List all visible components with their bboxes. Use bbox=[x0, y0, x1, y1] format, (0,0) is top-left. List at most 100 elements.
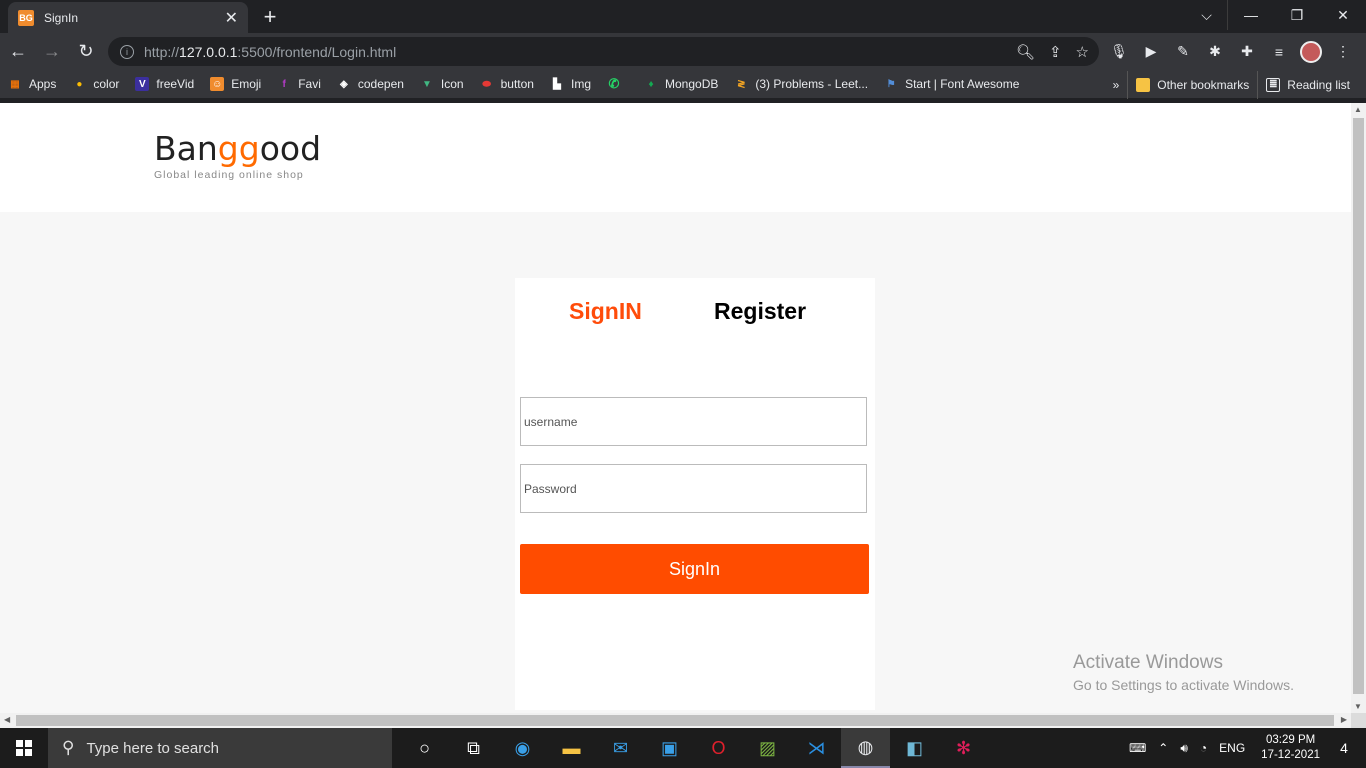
mic-extension-icon[interactable]: 🎙︎ bbox=[1108, 41, 1130, 63]
start-button[interactable] bbox=[0, 728, 48, 768]
media-control-icon[interactable]: ≡ bbox=[1268, 41, 1290, 63]
leetcode-icon: ≷ bbox=[737, 78, 746, 90]
keyboard-icon[interactable]: ⌨ bbox=[1129, 741, 1146, 755]
bookmark-freevid[interactable]: VfreeVid bbox=[127, 70, 202, 98]
bookmark-fontawesome[interactable]: ⚑ Start | Font Awesome bbox=[876, 70, 1027, 98]
language-indicator[interactable]: ENG bbox=[1219, 741, 1245, 755]
taskbar-search[interactable]: ⚲ Type here to search bbox=[48, 728, 392, 768]
tab-search-icon[interactable]: ⌵ bbox=[1186, 0, 1228, 30]
volume-icon[interactable]: 🔊︎ bbox=[1180, 741, 1188, 756]
vue-icon: ▼ bbox=[421, 78, 432, 90]
tab-signin[interactable]: SignIN bbox=[569, 298, 642, 325]
activate-windows-watermark: Activate Windows Go to Settings to activ… bbox=[1073, 652, 1294, 693]
bookmark-leetcode[interactable]: ≷ (3) Problems - Leet... bbox=[726, 70, 876, 98]
other-bookmarks[interactable]: Other bookmarks bbox=[1127, 70, 1257, 99]
notification-center-icon[interactable]: 4 bbox=[1330, 738, 1358, 758]
slack-icon[interactable]: ✻ bbox=[939, 728, 988, 768]
fontawesome-icon: ⚑ bbox=[886, 78, 896, 90]
notification-count: 4 bbox=[1340, 740, 1348, 756]
bookmark-star-icon[interactable]: ☆ bbox=[1076, 43, 1089, 61]
window-controls: ⌵ — ❐ ✕ bbox=[1186, 0, 1366, 30]
opera-icon[interactable]: O bbox=[694, 728, 743, 768]
file-explorer-icon[interactable]: ▬ bbox=[547, 728, 596, 768]
new-tab-button[interactable]: + bbox=[258, 4, 282, 29]
reading-list[interactable]: ≣ Reading list bbox=[1257, 70, 1358, 99]
bookmark-emoji[interactable]: ☺ Emoji bbox=[202, 70, 269, 98]
username-input[interactable] bbox=[520, 397, 867, 446]
address-bar[interactable]: i http://127.0.0.1:5500/frontend/Login.h… bbox=[108, 37, 1099, 66]
bookmark-icon[interactable]: ▼ Icon bbox=[412, 70, 472, 98]
tray-expand-icon[interactable]: ⌃ bbox=[1158, 741, 1168, 755]
photos-icon[interactable]: ▨ bbox=[743, 728, 792, 768]
minimize-button[interactable]: — bbox=[1228, 0, 1274, 30]
banggood-logo[interactable]: Banggood Global leading online shop bbox=[154, 129, 321, 181]
bookmark-color[interactable]: ● color bbox=[64, 70, 127, 98]
mail-icon[interactable]: ✉ bbox=[596, 728, 645, 768]
task-view-icon[interactable]: ⧉ bbox=[449, 728, 498, 768]
profile-avatar[interactable] bbox=[1300, 40, 1322, 63]
notepad-icon[interactable]: ◧ bbox=[890, 728, 939, 768]
codepen-icon: ◈ bbox=[340, 78, 348, 90]
auth-tabs: SignIN Register bbox=[515, 298, 875, 328]
bookmark-img[interactable]: ▙ Img bbox=[542, 70, 599, 98]
mongodb-icon: ♦ bbox=[648, 78, 654, 90]
scroll-right-arrow-icon[interactable]: ▶ bbox=[1341, 715, 1347, 724]
store-icon[interactable]: ▣ bbox=[645, 728, 694, 768]
password-input[interactable] bbox=[520, 464, 867, 513]
tab-register[interactable]: Register bbox=[714, 298, 806, 325]
menu-kebab-icon[interactable]: ⋮ bbox=[1332, 41, 1354, 63]
bookmark-apps[interactable]: ▦ Apps bbox=[0, 70, 64, 98]
colorpick-extension-icon[interactable]: ✱ bbox=[1204, 41, 1226, 63]
extensions-puzzle-icon[interactable]: ✚ bbox=[1236, 41, 1258, 63]
scrollbar-corner bbox=[1351, 713, 1366, 728]
login-card: SignIN Register SignIn bbox=[515, 278, 875, 710]
pen-extension-icon[interactable]: ✎ bbox=[1172, 41, 1194, 63]
vscode-icon[interactable]: ⋊ bbox=[792, 728, 841, 768]
banggood-favicon-icon: BG bbox=[18, 9, 34, 26]
button-icon: ⬬ bbox=[482, 78, 491, 90]
vertical-scrollbar[interactable]: ▲ ▼ bbox=[1351, 103, 1366, 713]
browser-tab-strip: BG SignIn ✕ + ⌵ — ❐ ✕ bbox=[0, 0, 1366, 33]
scroll-left-arrow-icon[interactable]: ◀ bbox=[4, 715, 10, 724]
chrome-icon[interactable]: ◍ bbox=[841, 728, 890, 768]
bookmarks-right: » Other bookmarks ≣ Reading list bbox=[1105, 70, 1358, 99]
horizontal-scrollbar[interactable]: ◀ ▶ bbox=[0, 713, 1351, 728]
reload-button[interactable]: ↻ bbox=[70, 36, 102, 68]
close-tab-icon[interactable]: ✕ bbox=[225, 8, 238, 28]
share-icon[interactable]: ⇪ bbox=[1049, 43, 1062, 61]
bookmark-codepen[interactable]: ◈ codepen bbox=[329, 70, 412, 98]
edge-icon[interactable]: ◉ bbox=[498, 728, 547, 768]
vertical-scroll-thumb[interactable] bbox=[1353, 118, 1364, 694]
restore-button[interactable]: ❐ bbox=[1274, 0, 1320, 30]
whatsapp-icon: ✆ bbox=[608, 76, 620, 91]
page-viewport: Banggood Global leading online shop Sign… bbox=[0, 103, 1351, 713]
cortana-icon[interactable]: ○ bbox=[400, 728, 449, 768]
signin-button[interactable]: SignIn bbox=[520, 544, 869, 594]
url-path: :5500/frontend/Login.html bbox=[237, 43, 397, 60]
bookmark-whatsapp[interactable]: ✆ bbox=[599, 70, 636, 98]
img-icon: ▙ bbox=[553, 78, 561, 90]
emoji-icon: ☺ bbox=[210, 77, 225, 91]
logo-tagline: Global leading online shop bbox=[154, 169, 304, 181]
extensions-area: 🎙︎ ▶ ✎ ✱ ✚ ≡ ⋮ bbox=[1108, 37, 1354, 66]
scroll-up-arrow-icon[interactable]: ▲ bbox=[1354, 105, 1362, 114]
site-info-icon[interactable]: i bbox=[120, 44, 134, 59]
horizontal-scroll-thumb[interactable] bbox=[16, 715, 1334, 726]
clock[interactable]: 03:29 PM 17-12-2021 bbox=[1261, 733, 1320, 763]
clock-date: 17-12-2021 bbox=[1261, 749, 1320, 761]
back-button[interactable]: ← bbox=[2, 36, 34, 68]
bookmarks-overflow-button[interactable]: » bbox=[1105, 71, 1128, 99]
bookmark-mongodb[interactable]: ♦ MongoDB bbox=[636, 70, 726, 98]
zoom-icon[interactable]: 🔍︎ bbox=[1016, 43, 1035, 61]
scroll-down-arrow-icon[interactable]: ▼ bbox=[1354, 702, 1362, 711]
bookmarks-bar: ▦ Apps ● color VfreeVid ☺ Emoji f Favi ◈ code… bbox=[0, 70, 1366, 99]
close-window-button[interactable]: ✕ bbox=[1320, 0, 1366, 30]
browser-tab[interactable]: BG SignIn ✕ bbox=[8, 2, 248, 33]
wifi-icon[interactable]: ◔ bbox=[1200, 741, 1207, 755]
bookmark-button[interactable]: ⬬ button bbox=[472, 70, 542, 98]
bookmark-favi[interactable]: f Favi bbox=[269, 70, 329, 98]
url-host: 127.0.0.1 bbox=[179, 43, 238, 60]
forward-button[interactable]: → bbox=[36, 36, 68, 68]
search-icon: ⚲ bbox=[62, 738, 75, 757]
play-extension-icon[interactable]: ▶ bbox=[1140, 41, 1162, 63]
